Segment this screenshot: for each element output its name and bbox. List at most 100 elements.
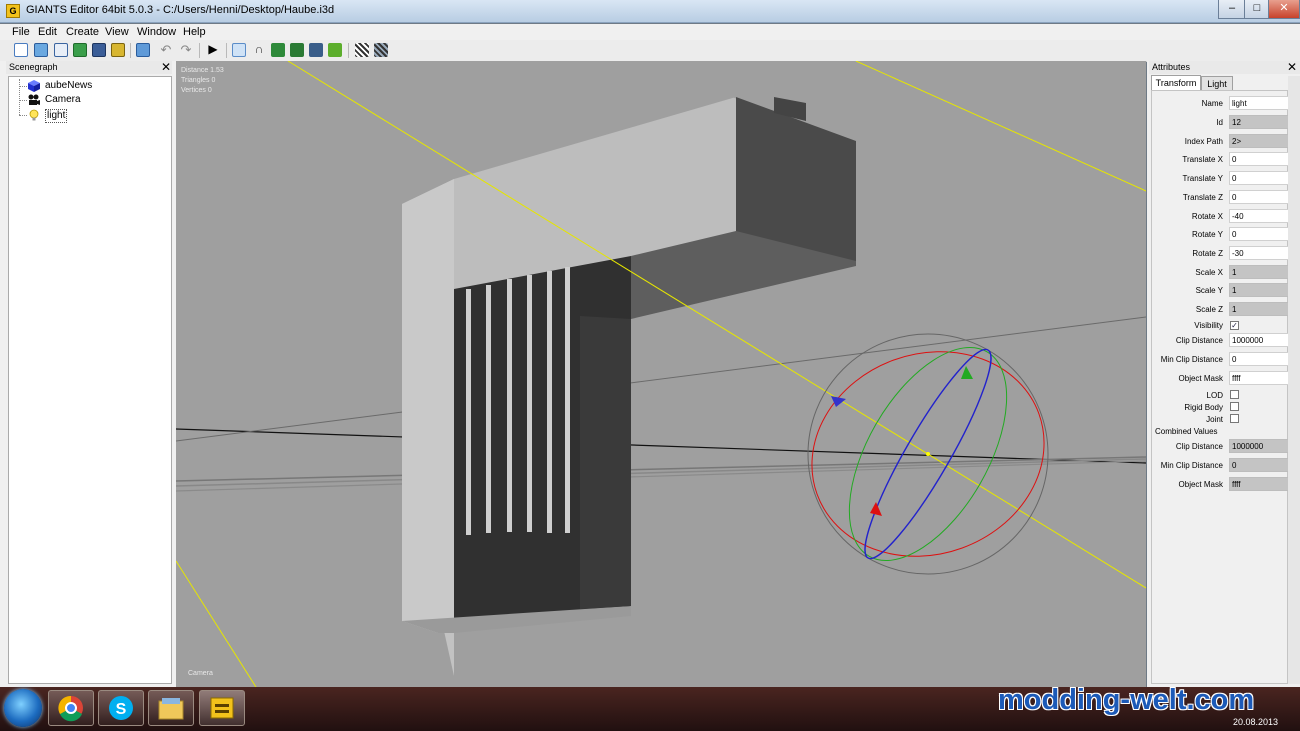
attr-label-rigid-body: Rigid Body <box>1184 403 1223 412</box>
select-icon[interactable] <box>232 43 246 57</box>
attr-label-rotate-y: Rotate Y <box>1192 230 1223 239</box>
tree-line <box>19 115 27 116</box>
cube-icon <box>28 80 40 92</box>
camera-icon <box>28 94 40 105</box>
attributes-scrollbar[interactable] <box>1288 76 1300 684</box>
tree-line <box>19 100 27 101</box>
tree-line <box>19 86 27 87</box>
attr-label-name: Name <box>1201 99 1223 108</box>
clock-date[interactable]: 20.08.2013 <box>1233 717 1278 727</box>
close-icon[interactable]: ✕ <box>1287 61 1297 73</box>
save-all-icon[interactable] <box>111 43 125 57</box>
light-helper-line <box>855 61 1146 192</box>
attr-label-visibility: Visibility <box>1194 321 1223 330</box>
start-button[interactable] <box>4 689 42 727</box>
checker-edit-icon[interactable] <box>374 43 388 57</box>
skype-taskbar-button[interactable]: S <box>98 690 144 726</box>
scale-y-field: 1 <box>1229 283 1289 297</box>
viewport-camera-label: Camera <box>188 670 213 677</box>
attr-label-clip-distance: Clip Distance <box>1175 336 1223 345</box>
minimize-button[interactable]: – <box>1218 0 1246 19</box>
viewport-stat: Vertices 0 <box>181 87 212 94</box>
toolbar: ↶ ↷ ▶ ∩ <box>0 40 1300 62</box>
menu-create[interactable]: Create <box>66 26 99 38</box>
close-icon[interactable]: ✕ <box>161 61 171 73</box>
tree-line <box>19 79 20 115</box>
viewport-3d[interactable]: Distance 1.53 Triangles 0 Vertices 0 Cam… <box>176 61 1146 687</box>
object-mask-field[interactable]: ffff <box>1229 371 1289 385</box>
gizmo-handle-z <box>831 396 846 407</box>
import-icon[interactable] <box>54 43 68 57</box>
toolbar-separator <box>226 43 227 58</box>
clip-distance-field[interactable]: 1000000 <box>1229 333 1289 347</box>
tree-item-label: aubeNews <box>45 80 93 91</box>
reload-icon[interactable] <box>73 43 87 57</box>
tree-item-label: light <box>45 109 68 123</box>
attributes-panel: Attributes ✕ Transform Light Name light … <box>1147 61 1300 687</box>
terrain-sculpt-icon[interactable] <box>271 43 285 57</box>
attr-label-object-mask: Object Mask <box>1178 374 1223 383</box>
undo-icon[interactable]: ↶ <box>159 43 173 57</box>
explorer-taskbar-button[interactable] <box>148 690 194 726</box>
attr-label-translate-z: Translate Z <box>1182 193 1223 202</box>
attr-label-scale-z: Scale Z <box>1195 305 1223 314</box>
rotate-y-field[interactable]: 0 <box>1229 227 1289 241</box>
viewport-stat: Distance 1.53 <box>181 67 224 74</box>
min-clip-distance-field[interactable]: 0 <box>1229 352 1289 366</box>
save-icon[interactable] <box>92 43 106 57</box>
giants-editor-icon <box>210 697 234 719</box>
foliage-paint-icon[interactable] <box>309 43 323 57</box>
grid-axis-line <box>176 428 1146 464</box>
open-icon[interactable] <box>34 43 48 57</box>
watermark-logo: modding-welt.com <box>998 684 1255 716</box>
menu-view[interactable]: View <box>105 26 129 38</box>
hood-front-face <box>402 179 454 633</box>
index-path-field: 2> <box>1229 134 1289 148</box>
gizmo-handle-x <box>870 502 882 516</box>
name-field[interactable]: light <box>1229 96 1289 110</box>
id-field: 12 <box>1229 115 1289 129</box>
grid-line <box>176 458 1146 487</box>
rotate-z-field[interactable]: -30 <box>1229 246 1289 260</box>
play-icon[interactable]: ▶ <box>206 43 220 57</box>
maximize-button[interactable]: □ <box>1244 0 1270 19</box>
rotate-x-field[interactable]: -40 <box>1229 209 1289 223</box>
giants-editor-taskbar-button[interactable] <box>199 690 245 726</box>
foliage-icon[interactable] <box>328 43 342 57</box>
translate-x-field[interactable]: 0 <box>1229 152 1289 166</box>
checker-icon[interactable] <box>355 43 369 57</box>
joint-checkbox[interactable] <box>1230 414 1239 423</box>
export-icon[interactable] <box>136 43 150 57</box>
translate-y-field[interactable]: 0 <box>1229 171 1289 185</box>
chrome-taskbar-button[interactable] <box>48 690 94 726</box>
translate-z-field[interactable]: 0 <box>1229 190 1289 204</box>
attr-label-combined-min-clip-distance: Min Clip Distance <box>1160 461 1223 470</box>
close-button[interactable]: ✕ <box>1268 0 1300 19</box>
scenegraph-title: Scenegraph <box>9 62 58 72</box>
visibility-checkbox[interactable]: ✓ <box>1230 321 1239 330</box>
move-icon[interactable]: ∩ <box>252 43 266 57</box>
rigid-body-checkbox[interactable] <box>1230 402 1239 411</box>
redo-icon[interactable]: ↷ <box>179 43 193 57</box>
menu-help[interactable]: Help <box>183 26 206 38</box>
tab-light[interactable]: Light <box>1201 76 1233 90</box>
attr-label-min-clip-distance: Min Clip Distance <box>1160 355 1223 364</box>
terrain-paint-icon[interactable] <box>290 43 304 57</box>
grid-line <box>176 316 1146 442</box>
attr-label-joint: Joint <box>1206 415 1223 424</box>
attr-label-combined-object-mask: Object Mask <box>1178 480 1223 489</box>
window-title: GIANTS Editor 64bit 5.0.3 - C:/Users/Hen… <box>26 4 335 16</box>
lod-checkbox[interactable] <box>1230 390 1239 399</box>
title-bar: G GIANTS Editor 64bit 5.0.3 - C:/Users/H… <box>0 0 1300 23</box>
menu-file[interactable]: File <box>12 26 30 38</box>
new-icon[interactable] <box>14 43 28 57</box>
attr-label-translate-y: Translate Y <box>1182 174 1223 183</box>
light-helper-line <box>176 560 257 687</box>
app-icon: G <box>6 4 20 18</box>
scenegraph-tree[interactable]: aubeNews Camera light <box>8 76 172 684</box>
menu-edit[interactable]: Edit <box>38 26 57 38</box>
menu-window[interactable]: Window <box>137 26 176 38</box>
tab-transform[interactable]: Transform <box>1151 75 1201 91</box>
attr-label-index-path: Index Path <box>1184 137 1223 146</box>
attr-label-scale-x: Scale X <box>1195 268 1223 277</box>
